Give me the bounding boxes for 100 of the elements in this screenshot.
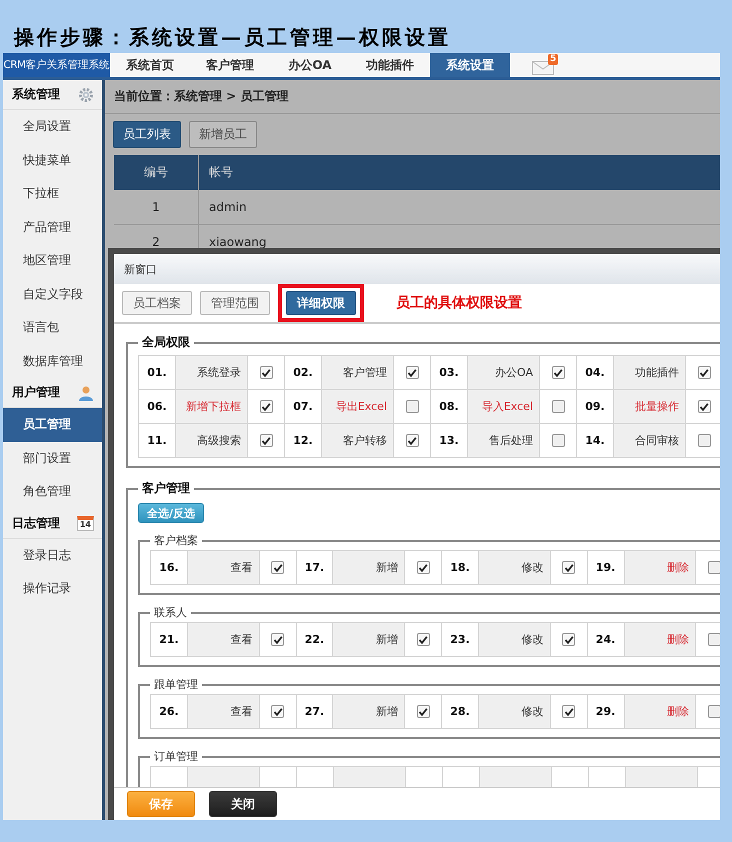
section-legend: 客户档案 [150, 533, 202, 548]
permission-checkbox[interactable] [552, 366, 564, 380]
permission-number: 26. [150, 694, 188, 728]
sidebar-item[interactable]: 部门设置 [3, 442, 102, 475]
fieldset-legend: 客户管理 [138, 480, 194, 497]
permission-label: 导入Excel [468, 390, 540, 424]
permission-checkbox[interactable] [708, 561, 720, 574]
permission-label: 客户转移 [322, 424, 394, 458]
permission-label: 新增 [332, 694, 405, 728]
permission-label: 修改 [478, 550, 550, 584]
list-tab[interactable]: 员工列表 [113, 121, 181, 148]
permission-number: 21. [150, 622, 188, 656]
permission-checkbox[interactable] [260, 366, 272, 380]
permission-number: 28. [442, 694, 478, 728]
section-legend: 联系人 [150, 605, 191, 620]
sidebar-item[interactable]: 全局设置 [3, 110, 102, 144]
permission-checkbox[interactable] [260, 434, 272, 448]
permission-label: 新增 [332, 550, 405, 584]
permission-label: 修改 [478, 694, 550, 728]
permission-checkbox[interactable] [271, 633, 284, 646]
permission-number: 18. [442, 550, 478, 584]
sidebar-group-title: 用户管理 [12, 384, 60, 401]
sidebar-group-title: 日志管理 [12, 514, 60, 532]
sidebar-item[interactable]: 员工管理 [3, 408, 102, 442]
permission-checkbox[interactable] [406, 400, 418, 414]
sidebar-item[interactable]: 操作记录 [3, 572, 102, 606]
permission-label: 功能插件 [614, 356, 686, 390]
permission-checkbox[interactable] [708, 633, 720, 646]
nav-tab[interactable]: 系统首页 [110, 53, 190, 77]
permission-checkbox[interactable] [562, 633, 576, 646]
permission-label: 修改 [478, 622, 550, 656]
sidebar-item[interactable]: 地区管理 [3, 244, 102, 278]
close-button[interactable]: 关闭 [209, 791, 277, 817]
permission-checkbox[interactable] [552, 434, 564, 448]
permission-checkbox[interactable] [416, 705, 430, 718]
permission-checkbox[interactable] [271, 561, 284, 574]
calendar-icon: 14 [76, 516, 94, 530]
sidebar-item[interactable]: 自定义字段 [3, 278, 102, 311]
permission-label: 售后处理 [468, 424, 540, 458]
permission-checkbox[interactable] [698, 434, 710, 448]
fieldset-legend: 全局权限 [138, 334, 194, 351]
permission-label: 删除 [624, 622, 696, 656]
permission-label: 办公OA [468, 356, 540, 390]
permission-label: 查看 [187, 622, 260, 656]
permission-label: 删除 [624, 694, 696, 728]
permission-checkbox[interactable] [271, 705, 284, 718]
sidebar-item[interactable]: 数据库管理 [3, 344, 102, 378]
sidebar-item[interactable]: 角色管理 [3, 475, 102, 508]
permission-checkbox[interactable] [416, 633, 430, 646]
permission-checkbox[interactable] [416, 561, 430, 574]
section-legend: 订单管理 [150, 749, 202, 764]
breadcrumb: 当前位置：系统管理 > 员工管理 [105, 80, 720, 114]
column-header: 编号 [114, 155, 198, 190]
permission-checkbox[interactable] [552, 400, 564, 414]
permission-label: 查看 [187, 694, 260, 728]
user-icon [78, 384, 94, 400]
permission-number: 24. [587, 622, 624, 656]
nav-tab[interactable]: 功能插件 [350, 53, 430, 77]
nav-tab[interactable]: 系统设置 [430, 53, 510, 77]
page-title: 操作步骤：系统设置—员工管理—权限设置 [12, 24, 452, 51]
permission-checkbox[interactable] [698, 400, 710, 414]
sidebar-item[interactable]: 登录日志 [3, 538, 102, 572]
permission-number: 16. [150, 550, 188, 584]
permission-label: 合同审核 [614, 424, 686, 458]
mail-badge: 5 [548, 54, 558, 65]
permission-checkbox[interactable] [406, 366, 418, 380]
sidebar-item[interactable]: 产品管理 [3, 210, 102, 244]
nav-tab[interactable]: 客户管理 [190, 53, 270, 77]
permission-label: 高级搜索 [176, 424, 248, 458]
sidebar-item[interactable]: 语言包 [3, 311, 102, 344]
permission-number: 29. [587, 694, 624, 728]
permission-label: 新增 [332, 622, 405, 656]
annotation-text: 员工的具体权限设置 [396, 294, 522, 312]
permission-checkbox[interactable] [406, 434, 418, 448]
permission-label: 新增下拉框 [176, 390, 248, 424]
dialog-tab[interactable]: 员工档案 [122, 291, 192, 315]
permission-number: 23. [442, 622, 478, 656]
mail-icon[interactable] [532, 61, 554, 75]
permission-checkbox[interactable] [562, 705, 576, 718]
sidebar-group-title: 系统管理 [12, 86, 60, 103]
permission-label: 导出Excel [322, 390, 394, 424]
permission-label: 查看 [187, 550, 260, 584]
nav-tab[interactable]: 办公OA [270, 53, 350, 77]
permission-label: 删除 [624, 550, 696, 584]
table-cell: admin [198, 190, 720, 224]
permission-checkbox[interactable] [260, 400, 272, 414]
permission-checkbox[interactable] [708, 705, 720, 718]
permission-number: 19. [587, 550, 624, 584]
gear-icon [78, 86, 94, 102]
permission-checkbox[interactable] [698, 366, 710, 380]
permission-checkbox[interactable] [562, 561, 576, 574]
dialog-tab[interactable]: 详细权限 [286, 291, 356, 315]
sidebar-item[interactable]: 快捷菜单 [3, 144, 102, 177]
section-legend: 跟单管理 [150, 677, 202, 692]
dialog-title: 新窗口 [114, 254, 720, 284]
permission-number: 01. [138, 356, 176, 390]
list-tab[interactable]: 新增员工 [189, 121, 257, 148]
sidebar-item[interactable]: 下拉框 [3, 177, 102, 210]
permission-label: 客户管理 [322, 356, 394, 390]
dialog-tab[interactable]: 管理范围 [200, 291, 270, 315]
